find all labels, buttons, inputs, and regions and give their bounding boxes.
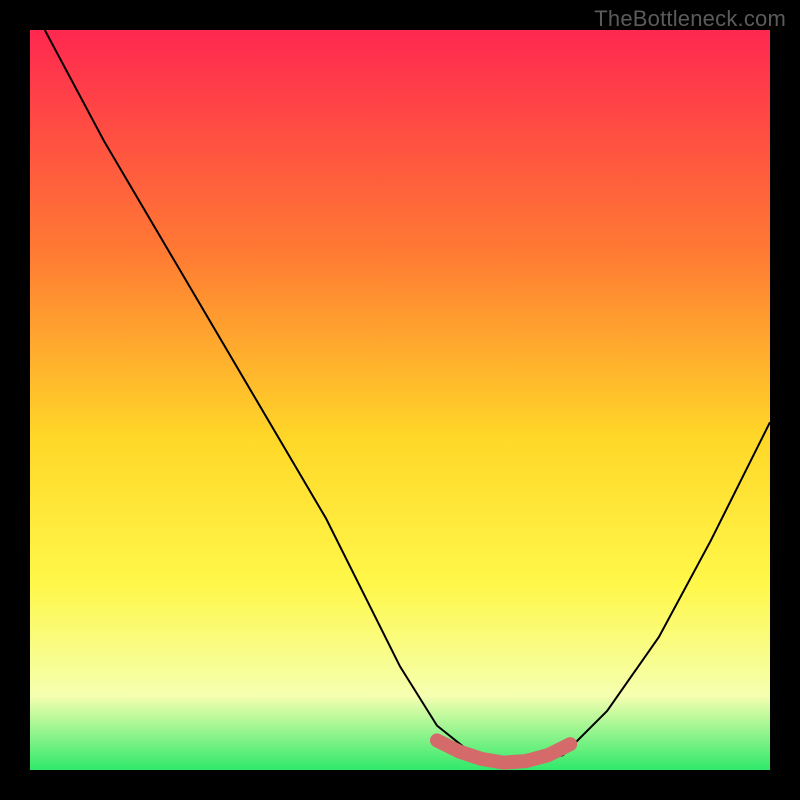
chart-svg bbox=[30, 30, 770, 770]
attribution-label: TheBottleneck.com bbox=[594, 6, 786, 32]
chart-frame: TheBottleneck.com bbox=[0, 0, 800, 800]
plot-area bbox=[30, 30, 770, 770]
gradient-background bbox=[30, 30, 770, 770]
